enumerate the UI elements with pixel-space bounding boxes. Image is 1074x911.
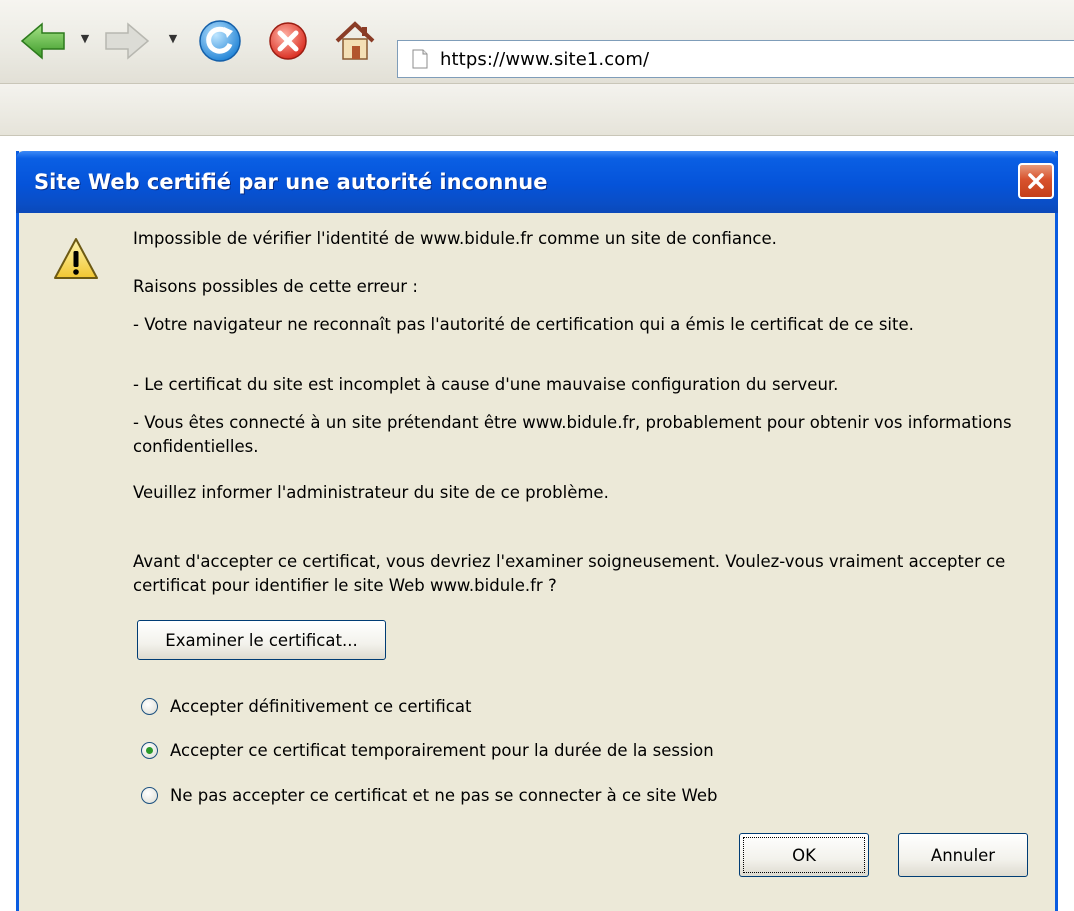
page-icon xyxy=(412,49,428,69)
option-label: Accepter ce certificat temporairement po… xyxy=(170,740,714,760)
ok-button[interactable]: OK xyxy=(739,833,869,877)
certificate-dialog: Site Web certifié par une autorité incon… xyxy=(16,151,1058,911)
radio-reject[interactable] xyxy=(141,786,158,804)
accept-question: Avant d'accepter ce certificat, vous dev… xyxy=(133,552,1006,595)
radio-accept-session[interactable] xyxy=(141,741,158,759)
forward-arrow-icon xyxy=(105,22,150,60)
option-accept-permanently[interactable]: Accepter définitivement ce certificat xyxy=(141,691,471,721)
back-button[interactable] xyxy=(14,14,72,68)
close-icon xyxy=(1028,173,1044,189)
warning-icon xyxy=(54,238,98,279)
forward-dropdown-icon[interactable]: ▼ xyxy=(166,32,180,45)
reload-icon xyxy=(199,20,241,62)
dialog-titlebar[interactable]: Site Web certifié par une autorité incon… xyxy=(16,151,1058,213)
option-label: Ne pas accepter ce certificat et ne pas … xyxy=(170,785,718,805)
home-icon xyxy=(335,21,375,60)
identity-message: Impossible de vérifier l'identité de www… xyxy=(133,229,777,248)
bookmarks-toolbar xyxy=(0,84,1074,136)
browser-toolbar: ▼ ▼ https://www.site1.com/ xyxy=(0,0,1074,84)
reason-3: - Vous êtes connecté à un site prétendan… xyxy=(133,413,1012,456)
reasons-title: Raisons possibles de cette erreur : xyxy=(133,277,418,296)
dialog-title: Site Web certifié par une autorité incon… xyxy=(34,170,548,194)
examine-certificate-button[interactable]: Examiner le certificat... xyxy=(137,620,386,660)
reason-2: - Le certificat du site est incomplet à … xyxy=(133,375,839,394)
stop-icon xyxy=(269,22,307,60)
home-button[interactable] xyxy=(328,14,382,68)
navigation-row: ▼ ▼ https://www.site1.com/ xyxy=(0,14,1074,78)
forward-button[interactable] xyxy=(98,14,156,68)
option-label: Accepter définitivement ce certificat xyxy=(170,696,472,716)
back-arrow-icon xyxy=(20,22,65,60)
cancel-button[interactable]: Annuler xyxy=(898,833,1028,877)
close-button[interactable] xyxy=(1018,163,1054,199)
radio-selected-dot xyxy=(146,746,153,754)
url-bar[interactable]: https://www.site1.com/ xyxy=(397,40,1074,78)
back-dropdown-icon[interactable]: ▼ xyxy=(78,32,92,45)
option-accept-session[interactable]: Accepter ce certificat temporairement po… xyxy=(141,735,714,765)
option-reject[interactable]: Ne pas accepter ce certificat et ne pas … xyxy=(141,780,717,810)
url-text: https://www.site1.com/ xyxy=(440,48,650,70)
reload-button[interactable] xyxy=(192,14,248,68)
radio-accept-permanently[interactable] xyxy=(141,697,158,715)
inform-admin: Veuillez informer l'administrateur du si… xyxy=(133,483,609,502)
stop-button[interactable] xyxy=(262,14,314,68)
reason-1: - Votre navigateur ne reconnaît pas l'au… xyxy=(133,315,914,334)
